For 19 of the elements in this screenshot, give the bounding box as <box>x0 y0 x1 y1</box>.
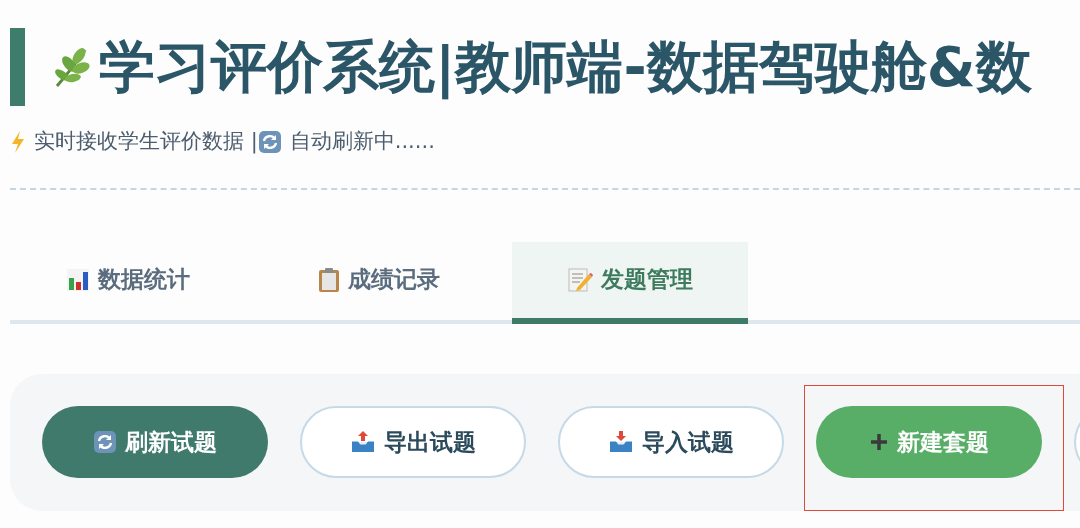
toolbar-button[interactable]: 导入试题 <box>558 406 784 478</box>
tray-down-icon <box>608 430 634 454</box>
tab[interactable]: 成绩记录 <box>261 241 497 324</box>
bar-chart-icon <box>66 267 90 292</box>
toolbar-button[interactable]: 导出试题 <box>300 406 526 478</box>
memo-pencil-icon <box>567 266 593 293</box>
lightning-icon <box>10 129 26 154</box>
tray-up-icon <box>350 430 376 454</box>
tab[interactable]: 发题管理 <box>512 241 748 324</box>
refresh-icon <box>257 129 282 154</box>
status-text: 实时接收学生评价数据 | <box>34 128 258 156</box>
clipboard-icon <box>318 266 340 293</box>
page-title: 学习评价系统|教师端-数据驾驶舱&数 <box>99 32 1032 102</box>
tab[interactable]: 数据统计 <box>10 241 246 324</box>
toolbar-button[interactable]: 刷新试题 <box>42 406 268 478</box>
refresh-icon <box>93 430 117 454</box>
status-text: 自动刷新中...... <box>289 128 435 155</box>
plus-icon <box>869 432 889 452</box>
toolbar-button[interactable]: 新建套题 <box>816 406 1042 478</box>
